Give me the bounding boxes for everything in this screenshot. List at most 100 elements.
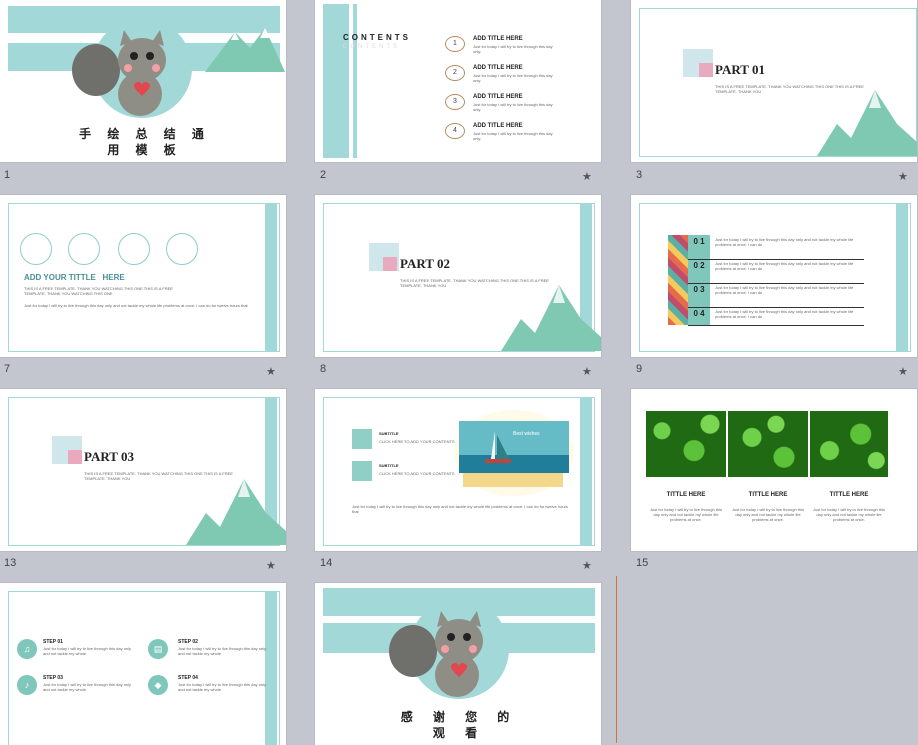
row-label: 0 4 — [693, 309, 705, 318]
slide-number: 7 — [4, 363, 11, 375]
slide-thumbnail-9[interactable]: 0 1 Just for today I will try to live th… — [631, 195, 917, 357]
slide-thumbnail-14[interactable]: SUBTITLE CLICK HERE TO ADD YOUR CONTENTS… — [315, 389, 601, 551]
part-title: PART 01 — [715, 62, 765, 77]
slide-number: 13 — [4, 557, 17, 569]
star-icon[interactable]: ★ — [582, 559, 592, 572]
column-title: TITTLE HERE — [748, 492, 788, 498]
insertion-marker — [616, 576, 617, 743]
step-title: STEP 03 — [43, 675, 63, 681]
row-text: Just for today I will try to live throug… — [715, 237, 854, 247]
step-title: STEP 02 — [178, 639, 198, 645]
side-bar — [265, 591, 277, 745]
column-title: TITTLE HERE — [829, 492, 869, 498]
slide-thumbnail-2[interactable]: CONTENTS CONTENTS 1 ADD TITLE HERE Just … — [315, 0, 601, 162]
row-label: 0 2 — [693, 261, 705, 270]
slide-thumbnail-15[interactable]: TITTLE HERE TITTLE HERE TITTLE HERE Just… — [631, 389, 917, 551]
row: 0 2 Just for today I will try to live th… — [688, 261, 864, 284]
item-text: Just for today I will try to live throug… — [473, 102, 553, 112]
star-icon[interactable]: ★ — [266, 559, 276, 572]
step-title: STEP 01 — [43, 639, 63, 645]
star-icon[interactable]: ★ — [898, 365, 908, 378]
sail-caption: Best wishes — [513, 431, 540, 437]
subtitle-text: CLICK HERE TO ADD YOUR CONTENTS — [379, 439, 455, 444]
star-icon[interactable]: ★ — [898, 170, 908, 183]
slide-number: 14 — [320, 557, 333, 569]
slide-thumbnail-1[interactable]: 手 绘 总 结 通 用 模 板 — [0, 0, 286, 162]
part-title: PART 02 — [400, 256, 450, 271]
item-text: Just for today I will try to live throug… — [473, 131, 553, 141]
side-bar — [323, 4, 349, 158]
shield-icon — [166, 233, 198, 265]
body-text: Just for today I will try to live throug… — [352, 504, 568, 514]
slide-number: 15 — [636, 557, 649, 569]
slide-thumbnail-3[interactable]: PART 01 THIS IS A FREE TEMPLATE. THANK Y… — [631, 0, 917, 162]
slide-thumbnail-7[interactable]: ADD YOUR TITTLE HERE THIS IS A FREE TEMP… — [0, 195, 286, 357]
decor-square — [383, 257, 397, 271]
item-text: Just for today I will try to live throug… — [473, 73, 553, 83]
side-bar — [580, 397, 592, 545]
info-line: TEMPLATE. THANK YOU WATCHING THIS ONE — [24, 291, 113, 296]
step-text: Just for today I will try to live throug… — [43, 646, 132, 656]
slide-number: 1 — [4, 169, 11, 181]
item-title: ADD TITLE HERE — [473, 94, 523, 100]
grid-icon — [352, 461, 372, 481]
mountain-illustration — [817, 90, 917, 156]
row-text: Just for today I will try to live throug… — [715, 309, 854, 319]
body-text: Just for today I will try to live throug… — [24, 303, 248, 308]
star-icon[interactable]: ★ — [582, 170, 592, 183]
floral-pattern-image — [668, 235, 688, 325]
star-icon[interactable]: ★ — [266, 365, 276, 378]
subtitle: SUBTITLE — [379, 431, 399, 436]
item-title: ADD TITLE HERE — [473, 123, 523, 129]
row-label: 0 3 — [693, 285, 705, 294]
slide-number: 8 — [320, 363, 327, 375]
number-badge: 3 — [445, 94, 465, 110]
star-icon[interactable]: ★ — [582, 365, 592, 378]
mountain-illustration — [205, 28, 285, 72]
music-note-icon: ♫ — [17, 639, 37, 659]
slide-title: 感 谢 您 的 观 看 — [400, 710, 518, 740]
slide-thumbnail-17[interactable]: 感 谢 您 的 观 看 — [315, 583, 601, 745]
squirrel-illustration — [389, 599, 509, 699]
graduation-cap-icon: ◆ — [148, 675, 168, 695]
slide-frame — [8, 591, 280, 745]
step-title: STEP 04 — [178, 675, 198, 681]
trophy-icon — [68, 233, 100, 265]
slide-thumbnail-13[interactable]: PART 03 THIS IS A FREE TEMPLATE. THANK Y… — [0, 389, 286, 551]
row-text: Just for today I will try to live throug… — [715, 285, 854, 295]
row: 0 4 Just for today I will try to live th… — [688, 309, 864, 326]
music-note-icon: ♪ — [17, 675, 37, 695]
clover-photo — [728, 411, 808, 477]
lightbulb-icon — [118, 233, 150, 265]
decor-square — [68, 450, 82, 464]
decor-square — [699, 63, 713, 77]
contents-heading: CONTENTS — [343, 33, 411, 42]
side-bar — [896, 203, 908, 351]
clover-photo — [810, 411, 888, 477]
section-heading: ADD YOUR TITTLE HERE — [24, 273, 125, 282]
item-title: ADD TITLE HERE — [473, 36, 523, 42]
column-text: Just for today I will try to live throug… — [649, 507, 723, 522]
clover-photo — [646, 411, 726, 477]
slide-thumbnail-8[interactable]: PART 02 THIS IS A FREE TEMPLATE. THANK Y… — [315, 195, 601, 357]
slide-thumbnail-16[interactable]: ♫ STEP 01 Just for today I will try to l… — [0, 583, 286, 745]
book-icon: ▤ — [148, 639, 168, 659]
mountain-illustration — [501, 285, 601, 351]
step-text: Just for today I will try to live throug… — [178, 682, 267, 692]
slide-title: 手 绘 总 结 通 用 模 板 — [79, 127, 210, 157]
number-badge: 1 — [445, 36, 465, 52]
column-text: Just for today I will try to live throug… — [731, 507, 805, 522]
slide-number: 9 — [636, 363, 643, 375]
column-text: Just for today I will try to live throug… — [812, 507, 886, 522]
mountain-illustration — [186, 479, 286, 545]
side-bar — [265, 203, 277, 351]
subtitle-text: CLICK HERE TO ADD YOUR CONTENTS — [379, 471, 455, 476]
slide-number: 3 — [636, 169, 643, 181]
squirrel-illustration — [72, 18, 192, 118]
step-text: Just for today I will try to live throug… — [178, 646, 267, 656]
part-title: PART 03 — [84, 449, 134, 464]
edit-icon — [352, 429, 372, 449]
row: 0 3 Just for today I will try to live th… — [688, 285, 864, 308]
row-text: Just for today I will try to live throug… — [715, 261, 854, 271]
column-title: TITTLE HERE — [666, 492, 706, 498]
